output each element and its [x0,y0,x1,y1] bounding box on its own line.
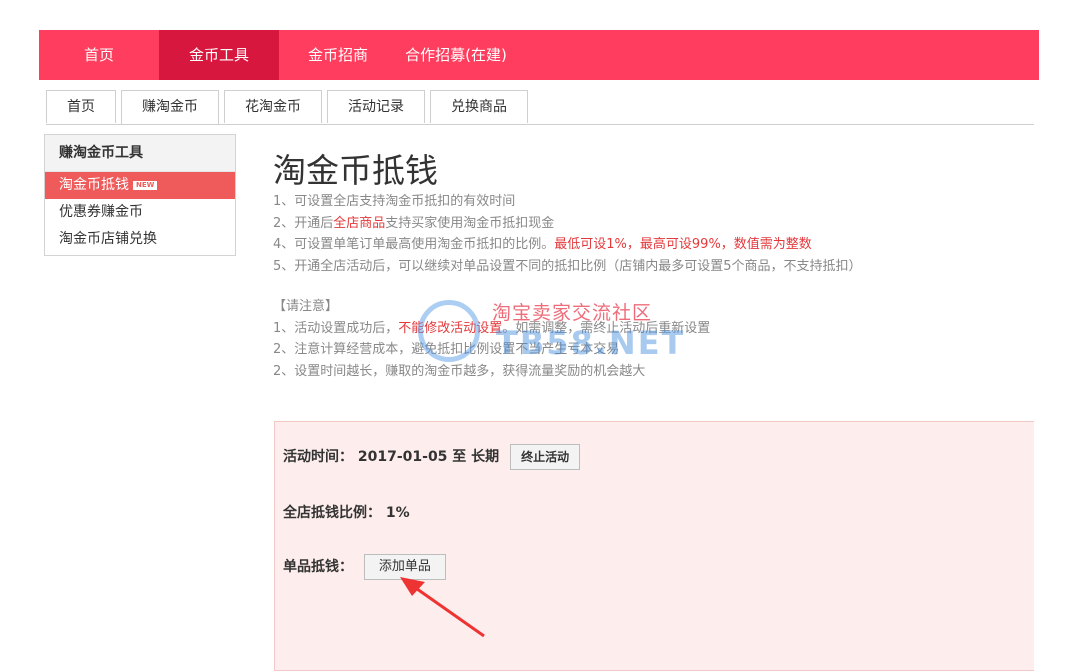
activity-time-value: 2017-01-05 至 长期 [357,449,500,465]
rule-1: 1、可设置全店支持淘金币抵扣的有效时间 [273,194,516,209]
top-navigation: 首页 金币工具 金币招商 合作招募(在建) [39,30,1039,80]
tab-activity-log[interactable]: 活动记录 [327,90,425,123]
single-item-label: 单品抵钱： [283,559,353,575]
rule-3: 4、可设置单笔订单最高使用淘金币抵扣的比例。最低可设1%，最高可设99%，数值需… [273,237,812,252]
new-badge: NEW [133,181,158,190]
store-ratio-value: 1% [385,505,410,521]
activity-time-label: 活动时间： [283,449,353,465]
store-ratio-row: 全店抵钱比例： 1% [283,502,410,522]
rule-2: 2、开通后全店商品支持买家使用淘金币抵扣现金 [273,215,555,231]
notice-list: 【请注意】 1、活动设置成功后，不能修改活动设置。如需调整，需终止活动后重新设置… [273,296,710,382]
tab-home[interactable]: 首页 [46,90,116,123]
topnav-coin-invest[interactable]: 金币招商 [279,30,397,80]
store-ratio-label: 全店抵钱比例： [283,505,381,521]
stop-activity-button[interactable]: 终止活动 [510,444,581,470]
notice-2: 2、注意计算经营成本，避免抵扣比例设置不当产生亏本交易 [273,342,620,357]
sidebar-item-label: 淘金币抵钱 [59,177,129,193]
topnav-home[interactable]: 首页 [39,30,159,80]
arrow-annotation-icon [400,577,485,638]
tab-bar: 首页 赚淘金币 花淘金币 活动记录 兑换商品 [46,90,533,124]
notice-3: 2、设置时间越长，赚取的淘金币越多，获得流量奖励的机会越大 [273,363,646,379]
sidebar-item-store-exchange[interactable]: 淘金币店铺兑换 [45,226,235,253]
page-title: 淘金币抵钱 [273,151,438,190]
sidebar: 赚淘金币工具 淘金币抵钱 NEW 优惠券赚金币 淘金币店铺兑换 [44,134,236,256]
topnav-cooperation[interactable]: 合作招募(在建) [397,30,515,80]
sidebar-item-coin-deduct[interactable]: 淘金币抵钱 NEW [45,172,235,199]
tab-earn-coins[interactable]: 赚淘金币 [121,90,219,124]
topnav-coin-tools[interactable]: 金币工具 [159,30,279,80]
tab-exchange-goods[interactable]: 兑换商品 [430,90,528,123]
notice-1: 1、活动设置成功后，不能修改活动设置。如需调整，需终止活动后重新设置 [273,320,711,336]
sidebar-title: 赚淘金币工具 [45,135,235,172]
rules-list: 1、可设置全店支持淘金币抵扣的有效时间 2、开通后全店商品支持买家使用淘金币抵扣… [273,191,862,277]
tab-divider [46,124,1034,125]
tab-spend-coins[interactable]: 花淘金币 [224,90,322,123]
rule-4: 5、开通全店活动后，可以继续对单品设置不同的抵扣比例（店铺内最多可设置5个商品，… [273,258,862,274]
activity-time-row: 活动时间： 2017-01-05 至 长期 终止活动 [283,444,581,470]
notice-title: 【请注意】 [273,299,339,314]
sidebar-item-coupon-coins[interactable]: 优惠券赚金币 [45,199,235,226]
